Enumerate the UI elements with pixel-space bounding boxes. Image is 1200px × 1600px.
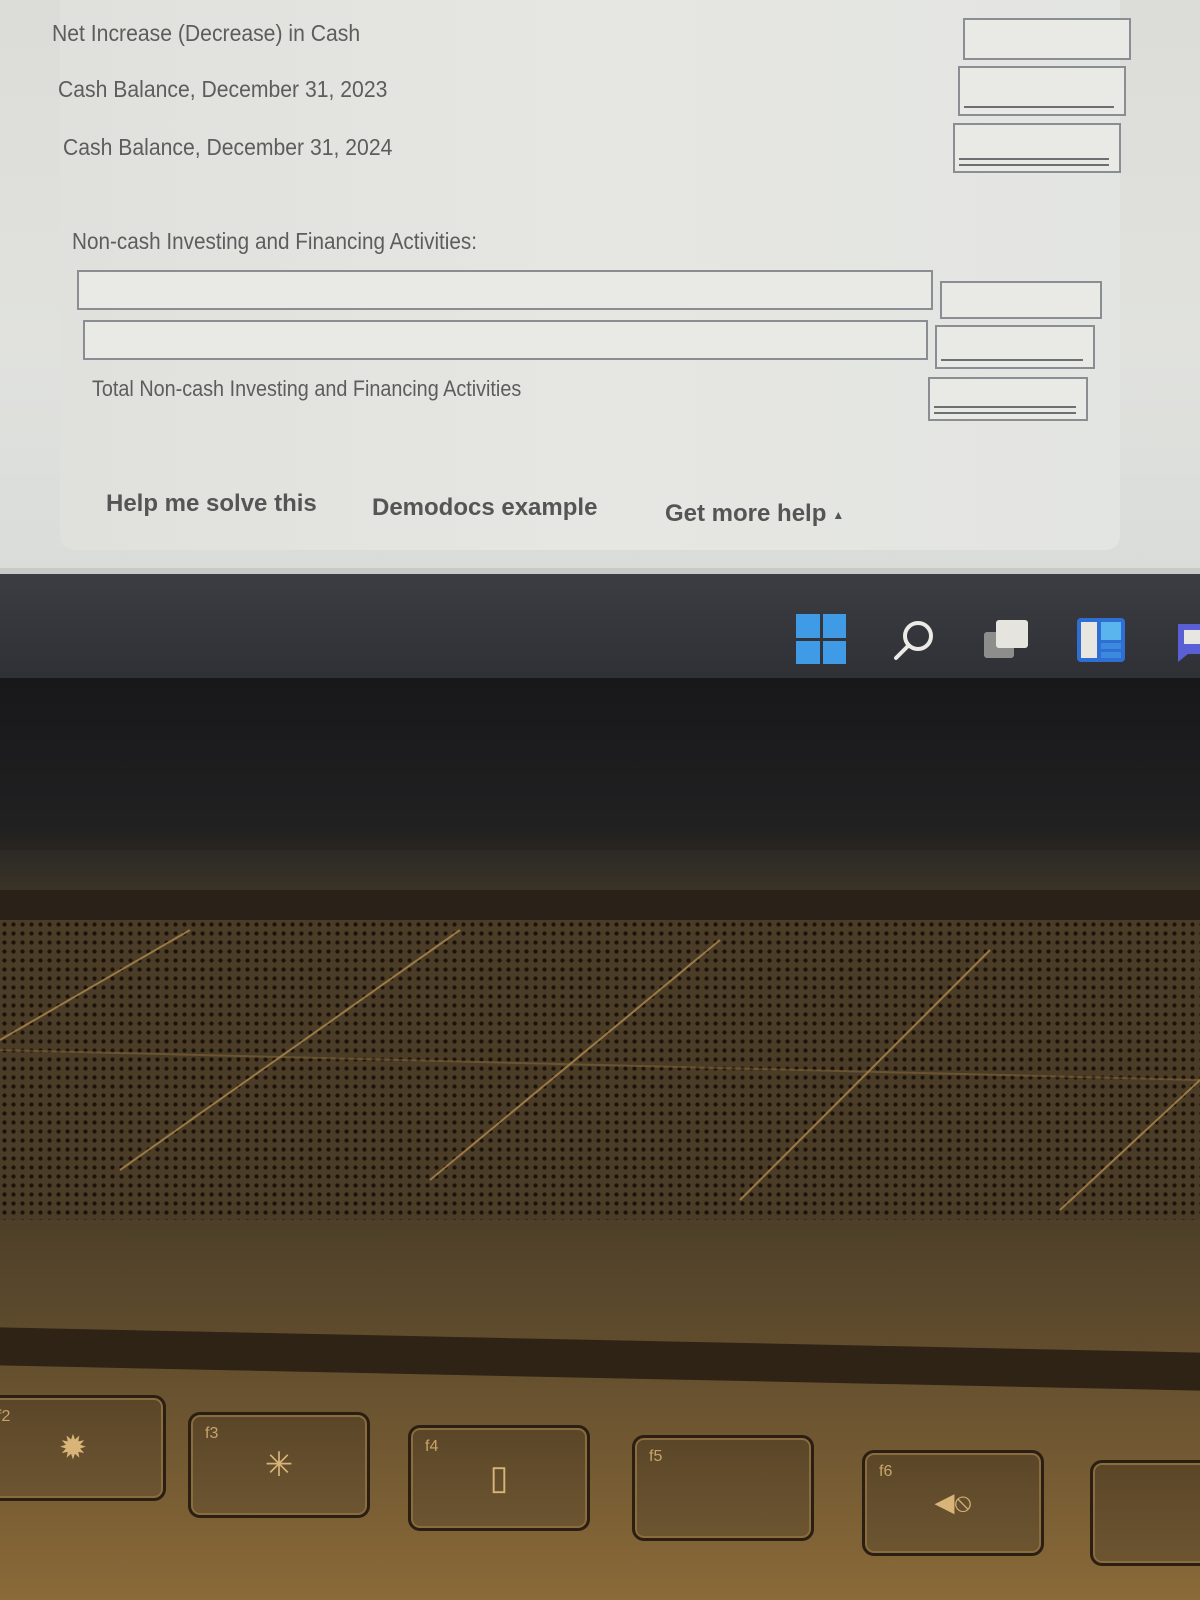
noncash-heading: Non-cash Investing and Financing Activit… [72,228,478,254]
key-f7[interactable] [1090,1460,1200,1566]
ending-balance-label: Cash Balance, December 31, 2024 [63,134,393,160]
brightness-up-icon: ✳ [264,1446,294,1484]
search-icon[interactable] [888,614,940,666]
get-more-help-link[interactable]: Get more help ▲ [665,500,844,528]
windows-start-icon[interactable] [796,614,846,664]
caret-up-icon: ▲ [832,507,845,522]
noncash-item-2-description-input[interactable] [83,320,928,360]
browser-viewport: Net Increase (Decrease) in Cash Cash Bal… [0,0,1200,575]
task-view-icon[interactable] [980,614,1032,666]
widgets-icon[interactable] [1075,614,1127,666]
key-f4-display-switch[interactable]: f4 ▯ [408,1425,590,1531]
key-f6-mute[interactable]: f6 ◀⦸ [862,1450,1044,1556]
ending-balance-amount-input[interactable] [953,123,1121,173]
get-more-help-label: Get more help [665,500,827,527]
help-me-solve-link[interactable]: Help me solve this [106,490,317,518]
chat-icon[interactable] [1172,614,1200,666]
key-f3-brightness-up[interactable]: f3 ✳ [188,1412,370,1518]
noncash-item-2-amount-input[interactable] [935,325,1095,369]
beginning-balance-label: Cash Balance, December 31, 2023 [58,76,388,102]
laptop-bezel [0,678,1200,858]
display-switch-icon: ▯ [489,1459,509,1497]
noncash-total-amount-input[interactable] [928,377,1088,421]
mute-icon: ◀⦸ [934,1487,972,1517]
speaker-grille [0,920,1200,1220]
key-f2-brightness-down[interactable]: f2 ✹ [0,1395,166,1501]
noncash-item-1-description-input[interactable] [77,270,933,310]
windows-taskbar [0,568,1200,684]
net-change-label: Net Increase (Decrease) in Cash [52,20,361,46]
laptop-hinge [0,850,1200,890]
noncash-item-1-amount-input[interactable] [940,281,1102,319]
beginning-balance-amount-input[interactable] [958,66,1126,116]
demodocs-example-link[interactable]: Demodocs example [372,494,597,522]
net-change-amount-input[interactable] [963,18,1131,60]
noncash-total-label: Total Non-cash Investing and Financing A… [92,376,522,401]
brightness-down-icon: ✹ [58,1429,88,1467]
key-f5[interactable]: f5 [632,1435,814,1541]
